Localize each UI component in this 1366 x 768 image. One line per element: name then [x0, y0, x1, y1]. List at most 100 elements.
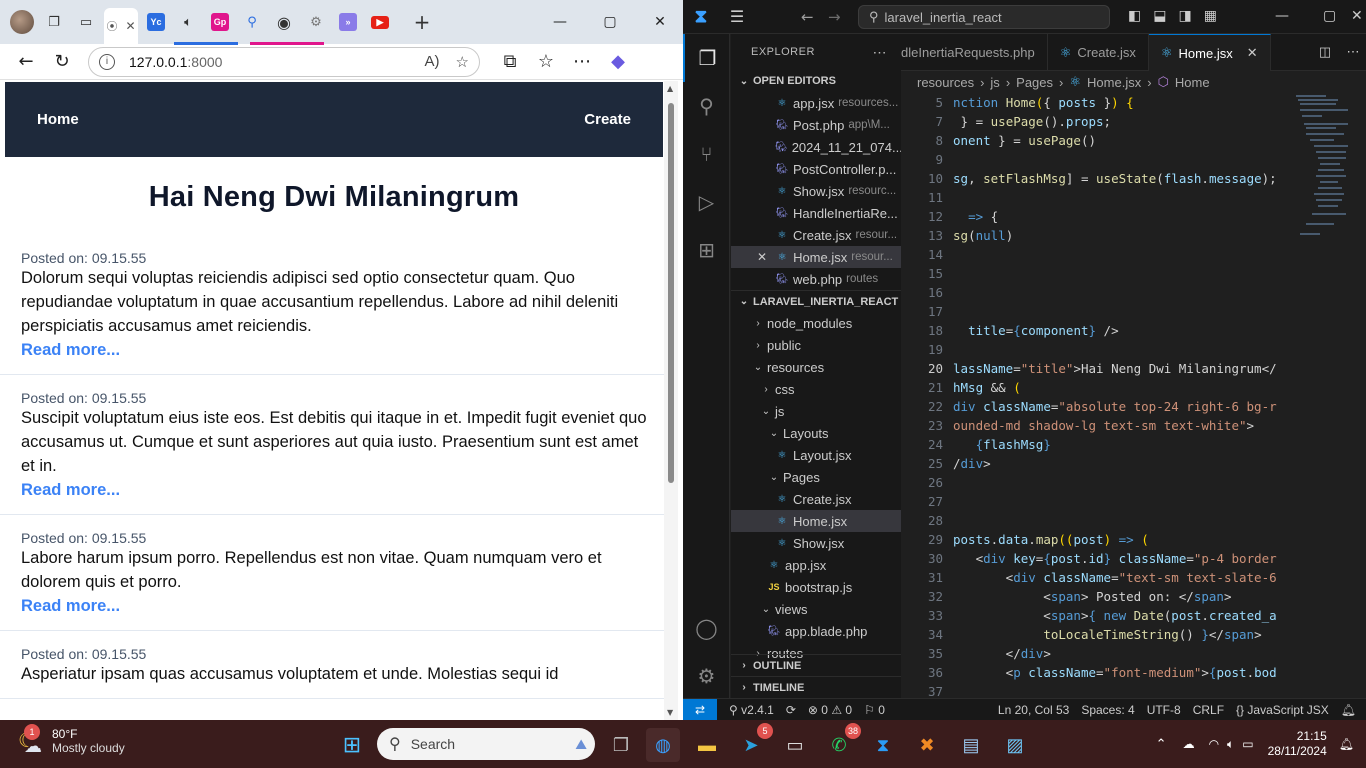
- url-input[interactable]: i 127.0.0.1:8000 A) ☆: [88, 46, 480, 77]
- sync-icon[interactable]: ⟳: [786, 703, 796, 717]
- info-icon[interactable]: i: [99, 53, 115, 70]
- minimize-button[interactable]: —: [537, 0, 583, 44]
- notifications-bell-icon[interactable]: 🔔︎: [1339, 737, 1354, 751]
- back-button[interactable]: ←: [8, 47, 44, 77]
- close-icon[interactable]: ✕: [125, 19, 135, 33]
- chevron-up-icon[interactable]: ⌃: [1156, 736, 1167, 752]
- tree-item[interactable]: › css: [731, 378, 901, 400]
- close-icon[interactable]: ✕: [757, 250, 767, 264]
- read-more-link[interactable]: Read more...: [21, 338, 648, 362]
- toggle-panel-icon[interactable]: ⬓: [1153, 8, 1166, 24]
- open-editor-item[interactable]: 🐘︎ Post.php app\M...: [731, 114, 901, 136]
- remote-icon[interactable]: ⇄: [683, 698, 717, 720]
- search-tab-icon[interactable]: ⚲: [238, 8, 266, 36]
- speaker-icon[interactable]: 🔈︎: [174, 8, 202, 36]
- customize-layout-icon[interactable]: ▦: [1204, 8, 1217, 24]
- tree-item[interactable]: ⌄ resources: [731, 356, 901, 378]
- encoding-status[interactable]: UTF-8: [1147, 703, 1181, 717]
- edge-app-icon[interactable]: ◍: [646, 728, 680, 762]
- minimap[interactable]: [1296, 93, 1352, 253]
- tree-item[interactable]: › node_modules: [731, 312, 901, 334]
- code-editor[interactable]: 5 nction Home({ posts }) {7 } = usePage()…: [901, 93, 1301, 698]
- photos-app-icon[interactable]: ▨: [998, 728, 1032, 762]
- cursor-position[interactable]: Ln 20, Col 53: [998, 703, 1069, 717]
- more-icon[interactable]: ⋯: [564, 47, 600, 77]
- copilot-icon[interactable]: ◆: [600, 47, 636, 77]
- github-tab-icon[interactable]: ◉: [270, 8, 298, 36]
- openai-tab-icon[interactable]: ⚙: [302, 8, 330, 36]
- breadcrumb-item[interactable]: Home.jsx: [1087, 75, 1141, 90]
- tab-create-jsx[interactable]: ⚛ Create.jsx: [1048, 34, 1149, 71]
- toggle-sidebar-icon[interactable]: ◧: [1128, 8, 1141, 24]
- more-actions-icon[interactable]: ⋯: [873, 44, 888, 61]
- problems-status[interactable]: ⊗ 0 ⚠ 0: [808, 703, 852, 717]
- toggle-secondary-sidebar-icon[interactable]: ◨: [1178, 8, 1191, 24]
- scroll-up-icon[interactable]: ▲: [667, 84, 673, 93]
- indentation-status[interactable]: Spaces: 4: [1081, 703, 1134, 717]
- open-editor-item[interactable]: 🐘︎ HandleInertiaRe...: [731, 202, 901, 224]
- forward-arrow-icon[interactable]: →: [828, 8, 841, 26]
- open-editors-section[interactable]: ⌄ OPEN EDITORS: [731, 70, 901, 92]
- open-editor-item[interactable]: 🐘︎ PostController.p...: [731, 158, 901, 180]
- tab-gp[interactable]: Gp: [206, 8, 234, 36]
- explorer-icon[interactable]: ❐: [683, 34, 730, 82]
- extensions-icon[interactable]: ⧉: [492, 47, 528, 77]
- tree-item[interactable]: ⌄ views: [731, 598, 901, 620]
- open-editor-item[interactable]: 🐘︎ web.php routes: [731, 268, 901, 290]
- settings-gear-icon[interactable]: ⚙: [683, 652, 730, 700]
- read-more-link[interactable]: Read more...: [21, 594, 648, 618]
- whatsapp-app-icon[interactable]: ✆ 38: [822, 723, 861, 762]
- favorites-icon[interactable]: ☆: [528, 47, 564, 77]
- xampp-app-icon[interactable]: ✖: [910, 728, 944, 762]
- tree-item[interactable]: › public: [731, 334, 901, 356]
- volume-icon[interactable]: 🔈︎: [1227, 737, 1234, 752]
- taskbar-search[interactable]: ⚲ Search ⛰: [377, 728, 595, 760]
- telegram-app-icon[interactable]: ➤ 5: [734, 723, 773, 762]
- notepad-app-icon[interactable]: ▤: [954, 728, 988, 762]
- read-more-link[interactable]: Read more...: [21, 478, 648, 502]
- open-editor-item[interactable]: ⚛ Create.jsx resour...: [731, 224, 901, 246]
- clock[interactable]: 21:15 28/11/2024: [1268, 729, 1327, 759]
- tab-yc[interactable]: Yc: [142, 8, 170, 36]
- tree-item[interactable]: ⚛ Layout.jsx: [731, 444, 901, 466]
- breadcrumb-item[interactable]: js: [990, 75, 999, 90]
- scrollbar-thumb[interactable]: [668, 103, 674, 483]
- source-control-icon[interactable]: ⑂: [683, 130, 730, 178]
- menu-icon[interactable]: ☰: [719, 7, 755, 26]
- battery-icon[interactable]: ▭: [1242, 737, 1253, 751]
- breadcrumb-item[interactable]: Home: [1175, 75, 1210, 90]
- tree-item[interactable]: ⌄ Layouts: [731, 422, 901, 444]
- command-center[interactable]: ⚲ laravel_inertia_react: [858, 5, 1110, 29]
- open-editor-item[interactable]: ⚛ Show.jsx resourc...: [731, 180, 901, 202]
- scroll-down-icon[interactable]: ▼: [667, 708, 673, 717]
- file-explorer-icon[interactable]: ▬: [690, 728, 724, 762]
- maximize-button[interactable]: ▢: [1323, 8, 1336, 24]
- back-arrow-icon[interactable]: ←: [801, 8, 814, 26]
- tree-item[interactable]: 🐘︎ app.blade.php: [731, 620, 901, 642]
- tab-actions-icon[interactable]: ▭: [72, 8, 100, 36]
- run-debug-icon[interactable]: ▷: [683, 178, 730, 226]
- close-button[interactable]: ✕: [637, 0, 683, 44]
- tree-item[interactable]: ⚛ Home.jsx: [731, 510, 901, 532]
- split-editor-icon[interactable]: ◫: [1310, 34, 1340, 70]
- tree-item[interactable]: ⌄ js: [731, 400, 901, 422]
- new-tab-button[interactable]: +: [408, 8, 436, 36]
- onedrive-icon[interactable]: ☁: [1183, 737, 1195, 751]
- tab-handle-inertia[interactable]: dleInertiaRequests.php: [901, 34, 1048, 71]
- extension-tab-icon[interactable]: »: [334, 8, 362, 36]
- close-icon[interactable]: ✕: [1247, 45, 1258, 61]
- tab-home-jsx[interactable]: ⚛ Home.jsx ✕: [1148, 34, 1271, 71]
- nav-home-link[interactable]: Home: [37, 111, 79, 128]
- wifi-icon[interactable]: ◠: [1209, 737, 1219, 751]
- tab-active[interactable]: ⦿ ✕: [104, 8, 138, 44]
- language-mode[interactable]: {} JavaScript JSX: [1236, 703, 1329, 717]
- open-editor-item[interactable]: ⚛ app.jsx resources...: [731, 92, 901, 114]
- search-icon[interactable]: ⚲: [683, 82, 730, 130]
- project-section[interactable]: ⌄ LARAVEL_INERTIA_REACT: [731, 290, 901, 312]
- read-aloud-icon[interactable]: A): [425, 53, 440, 70]
- account-icon[interactable]: ◯: [683, 604, 730, 652]
- eol-status[interactable]: CRLF: [1193, 703, 1224, 717]
- refresh-button[interactable]: ↻: [44, 47, 80, 77]
- vscode-app-icon[interactable]: ⧗: [866, 728, 900, 762]
- ports-status[interactable]: ⚐ 0: [864, 703, 885, 717]
